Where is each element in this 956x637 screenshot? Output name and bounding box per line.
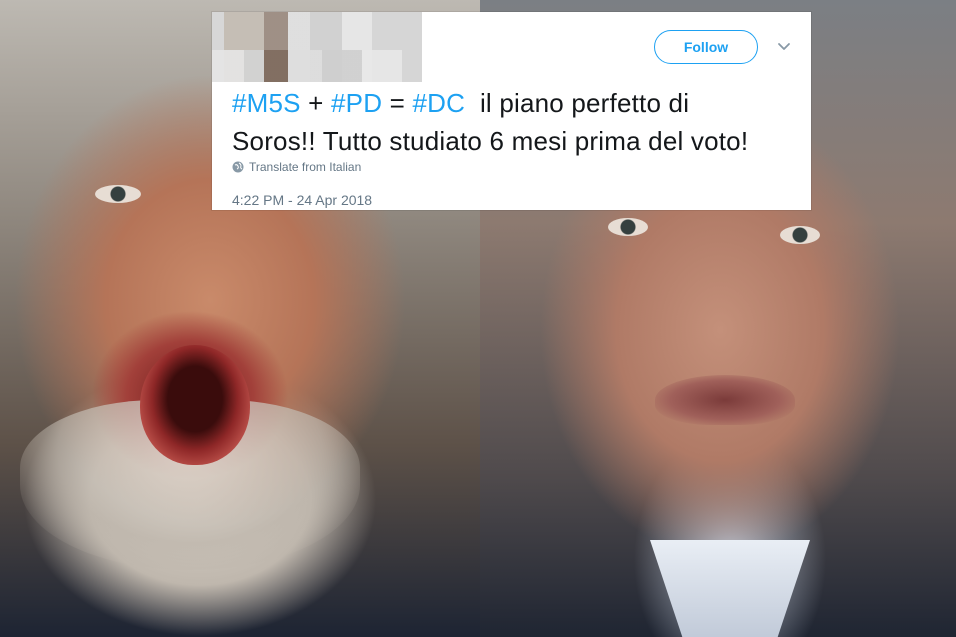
globe-icon bbox=[232, 161, 244, 173]
hashtag-link[interactable]: #PD bbox=[331, 88, 382, 118]
plus-sign: + bbox=[308, 88, 324, 118]
translate-link[interactable]: Translate from Italian bbox=[232, 160, 361, 174]
follow-button[interactable]: Follow bbox=[654, 30, 758, 64]
right-eye-1 bbox=[608, 218, 648, 236]
open-mouth bbox=[140, 345, 250, 465]
blurred-user-handle bbox=[212, 50, 402, 82]
tweet-card: Follow #M5S + #PD = #DC il piano perfett… bbox=[212, 12, 811, 210]
tweet-text-line1: il piano perfetto di bbox=[479, 88, 690, 118]
tweet-timestamp[interactable]: 4:22 PM - 24 Apr 2018 bbox=[232, 192, 372, 208]
frowning-mouth bbox=[655, 375, 795, 425]
chevron-down-icon[interactable] bbox=[776, 40, 792, 54]
tweet-text: #M5S + #PD = #DC il piano perfetto di So… bbox=[232, 84, 792, 160]
hashtag-link[interactable]: #DC bbox=[412, 88, 465, 118]
tweet-text-line2: Soros!! Tutto studiato 6 mesi prima del … bbox=[232, 126, 749, 156]
left-eye bbox=[95, 185, 141, 203]
equals-sign: = bbox=[389, 88, 406, 118]
translate-label: Translate from Italian bbox=[249, 160, 362, 174]
hashtag-link[interactable]: #M5S bbox=[232, 88, 301, 118]
right-eye-2 bbox=[780, 226, 820, 244]
shirt-collar bbox=[650, 540, 810, 637]
